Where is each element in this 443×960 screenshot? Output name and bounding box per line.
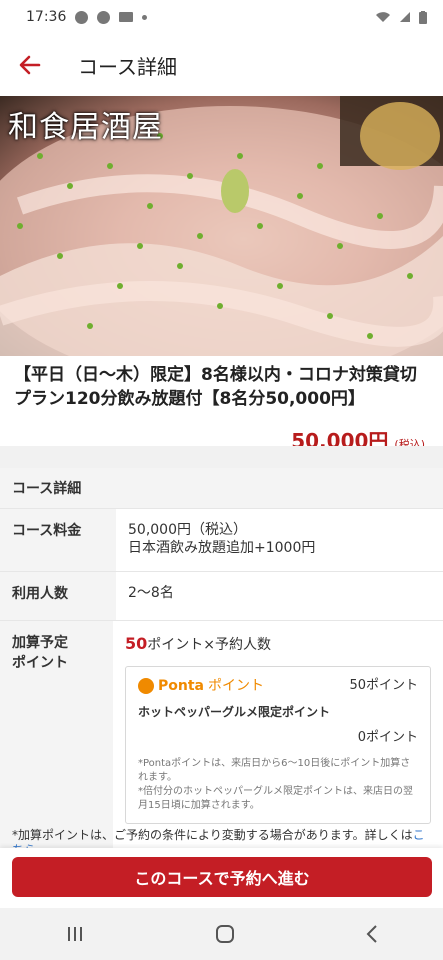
- recent-apps-icon[interactable]: [65, 925, 85, 943]
- mail-icon: [119, 12, 134, 22]
- back-button[interactable]: [0, 34, 60, 96]
- fee-row: コース料金 50,000円（税込） 日本酒飲み放題追加+1000円: [0, 509, 443, 572]
- ponta-logo: Ponta ポイント: [138, 677, 264, 695]
- points-label-1: 加算予定: [12, 635, 68, 651]
- fee-line2: 日本酒飲み放題追加+1000円: [128, 540, 316, 556]
- section-divider: [0, 446, 443, 468]
- points-suffix: ポイント×予約人数: [147, 637, 271, 653]
- cta-area: このコースで予約へ進む: [0, 848, 443, 908]
- reserve-button[interactable]: このコースで予約へ進む: [12, 857, 432, 897]
- home-icon[interactable]: [214, 923, 236, 945]
- ponta-icon: [138, 678, 154, 694]
- points-row: 加算予定 ポイント 50ポイント×予約人数 Ponta ポイント 50ポイント …: [0, 621, 443, 851]
- globe-icon: [75, 10, 89, 24]
- page-title: コース詳細: [78, 54, 177, 79]
- ponta-word: ポイント: [208, 678, 264, 694]
- globe-icon: [97, 10, 111, 24]
- ponta-brand: Ponta: [158, 678, 204, 694]
- details-table: コース詳細 コース料金 50,000円（税込） 日本酒飲み放題追加+1000円 …: [0, 468, 443, 851]
- plan-title: 【平日（日～木）限定】8名様以内・コロナ対策貸切プラン120分飲み放題付【8名分…: [14, 365, 417, 409]
- points-breakdown-box: Ponta ポイント 50ポイント ホットペッパーグルメ限定ポイント 0ポイント…: [125, 666, 431, 824]
- note-2: *倍付分のホットペッパーグルメ限定ポイントは、来店日の翌月15日頃に加算されます…: [138, 786, 413, 811]
- wifi-icon: [376, 12, 390, 22]
- back-nav-icon[interactable]: [365, 924, 379, 944]
- battery-icon: [419, 10, 427, 24]
- status-time: 17:36: [26, 9, 67, 25]
- plan-summary: 【平日（日～木）限定】8名様以内・コロナ対策貸切プラン120分飲み放題付【8名分…: [0, 356, 443, 454]
- app-bar: コース詳細: [0, 34, 443, 96]
- people-label: 利用人数: [0, 572, 116, 620]
- ponta-points: 50ポイント: [349, 678, 418, 693]
- system-nav-bar: [0, 908, 443, 960]
- points-label-2: ポイント: [12, 655, 68, 671]
- status-bar: 17:36: [0, 0, 443, 34]
- note-1: *Pontaポイントは、来店日から6～10日後にポイント加算されます。: [138, 758, 411, 783]
- course-photo: 和食居酒屋: [0, 96, 443, 356]
- details-header: コース詳細: [0, 468, 443, 509]
- fee-line1: 50,000円（税込）: [128, 522, 247, 538]
- shop-name-overlay: 和食居酒屋: [8, 110, 163, 145]
- points-number: 50: [125, 634, 148, 653]
- hpg-points: 0ポイント: [357, 730, 418, 745]
- signal-icon: [400, 12, 410, 22]
- hpg-label: ホットペッパーグルメ限定ポイント: [138, 705, 331, 719]
- people-value: 2～8名: [128, 585, 174, 601]
- fee-label: コース料金: [0, 509, 116, 571]
- arrow-left-icon: [19, 55, 41, 75]
- bottom-note: *加算ポイントは、ご予約の条件により変動する場合があります。詳しくは: [12, 828, 413, 842]
- people-row: 利用人数 2～8名: [0, 572, 443, 621]
- notification-dot-icon: [142, 14, 148, 20]
